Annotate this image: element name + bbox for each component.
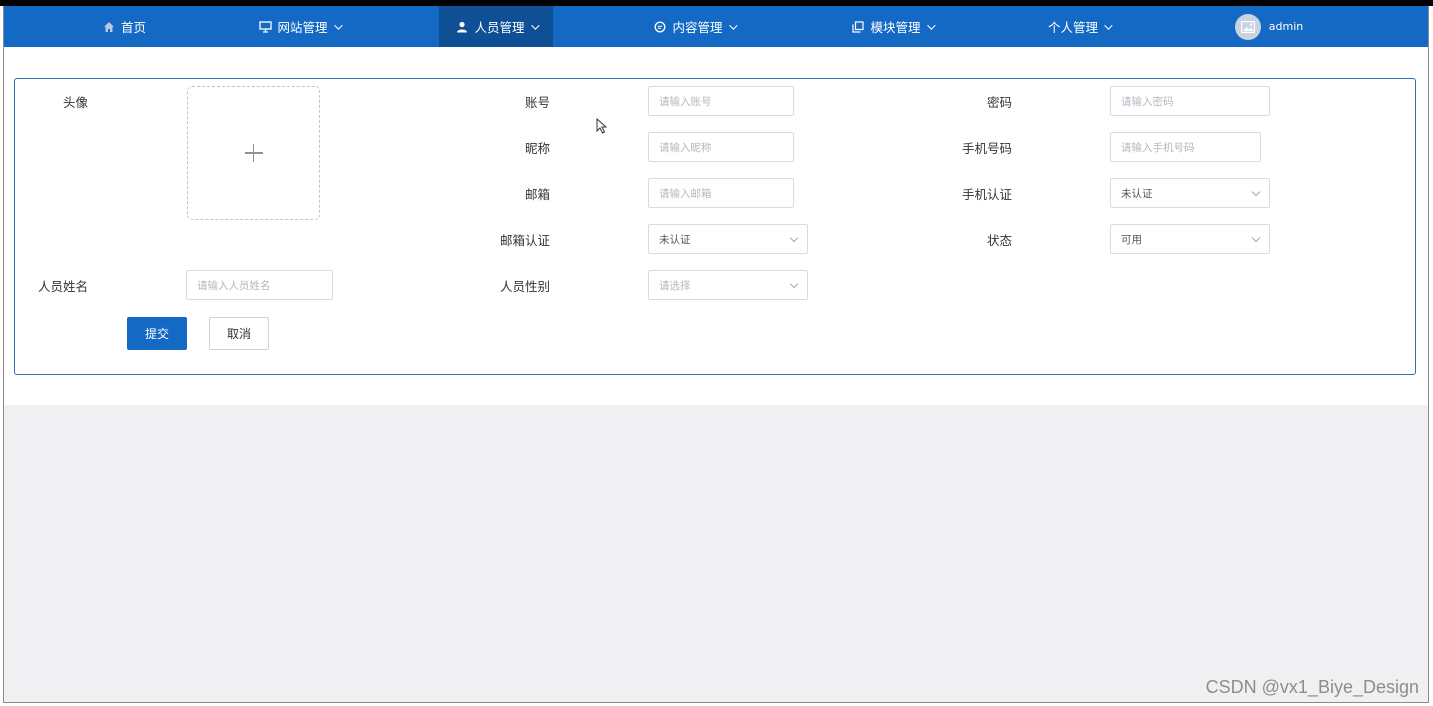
user-menu[interactable]: admin — [1229, 6, 1309, 47]
copy-icon — [851, 20, 865, 34]
top-nav-bar: 首页 网站管理 人员管理 内容管理 模块管理 个人管理 admin — [4, 6, 1428, 47]
nav-item-modules[interactable]: 模块管理 — [832, 6, 952, 47]
select-value: 可用 — [1121, 233, 1142, 246]
user-name: admin — [1268, 20, 1304, 33]
nav-item-label: 个人管理 — [1047, 20, 1098, 35]
chevron-down-icon — [1104, 20, 1113, 30]
select-value: 未认证 — [1121, 187, 1153, 200]
home-icon — [102, 20, 116, 34]
phone-verify-label: 手机认证 — [961, 187, 1012, 202]
email-verify-label: 邮箱认证 — [499, 233, 550, 248]
chevron-down-icon — [789, 279, 799, 289]
nav-item-personnel[interactable]: 人员管理 — [439, 6, 553, 47]
select-placeholder: 请选择 — [659, 279, 691, 292]
status-select[interactable]: 可用 — [1110, 224, 1270, 254]
nav-item-website[interactable]: 网站管理 — [239, 6, 359, 47]
monitor-icon — [258, 20, 272, 34]
chevron-down-icon — [789, 233, 799, 243]
nav-item-label: 网站管理 — [277, 20, 328, 35]
chevron-down-icon — [926, 20, 936, 30]
chevron-down-icon — [530, 20, 540, 30]
nav-item-label: 人员管理 — [474, 20, 525, 35]
nav-item-label: 模块管理 — [870, 20, 921, 35]
email-input[interactable]: 请输入邮箱 — [648, 178, 794, 208]
submit-button[interactable]: 提交 — [127, 317, 187, 350]
name-input[interactable]: 请输入人员姓名 — [186, 270, 333, 300]
user-icon — [455, 20, 469, 34]
account-label: 账号 — [524, 95, 550, 110]
page-background — [4, 405, 1428, 702]
status-label: 状态 — [986, 233, 1012, 248]
nav-item-home[interactable]: 首页 — [84, 6, 164, 47]
email-verify-select[interactable]: 未认证 — [648, 224, 808, 254]
nav-item-content[interactable]: 内容管理 — [634, 6, 754, 47]
plus-icon — [244, 144, 263, 162]
nav-item-personal[interactable]: 个人管理 — [1029, 6, 1129, 47]
watermark: CSDN @vx1_Biye_Design — [1205, 677, 1419, 697]
phone-input[interactable]: 请输入手机号码 — [1110, 132, 1261, 162]
gender-label: 人员性别 — [499, 279, 550, 294]
chevron-down-icon — [333, 20, 343, 30]
nav-item-label: 内容管理 — [672, 20, 723, 35]
chevron-down-icon — [1251, 233, 1261, 243]
mouse-cursor-icon — [596, 117, 608, 137]
avatar-image-icon — [1234, 13, 1261, 40]
password-input[interactable]: 请输入密码 — [1110, 86, 1270, 116]
nav-item-label: 首页 — [120, 20, 146, 35]
chevron-down-icon — [728, 20, 738, 30]
chat-icon — [653, 20, 667, 34]
account-input[interactable]: 请输入账号 — [648, 86, 794, 116]
cancel-button[interactable]: 取消 — [209, 317, 269, 350]
password-label: 密码 — [986, 95, 1012, 110]
phone-label: 手机号码 — [961, 141, 1012, 156]
avatar-label: 头像 — [62, 95, 88, 110]
chevron-down-icon — [1251, 187, 1261, 197]
select-value: 未认证 — [659, 233, 691, 246]
phone-verify-select[interactable]: 未认证 — [1110, 178, 1270, 208]
name-label: 人员姓名 — [37, 279, 88, 294]
avatar-uploader[interactable] — [187, 86, 320, 220]
nickname-input[interactable]: 请输入昵称 — [648, 132, 794, 162]
gender-select[interactable]: 请选择 — [648, 270, 808, 300]
email-label: 邮箱 — [524, 187, 550, 202]
nickname-label: 昵称 — [524, 141, 550, 156]
